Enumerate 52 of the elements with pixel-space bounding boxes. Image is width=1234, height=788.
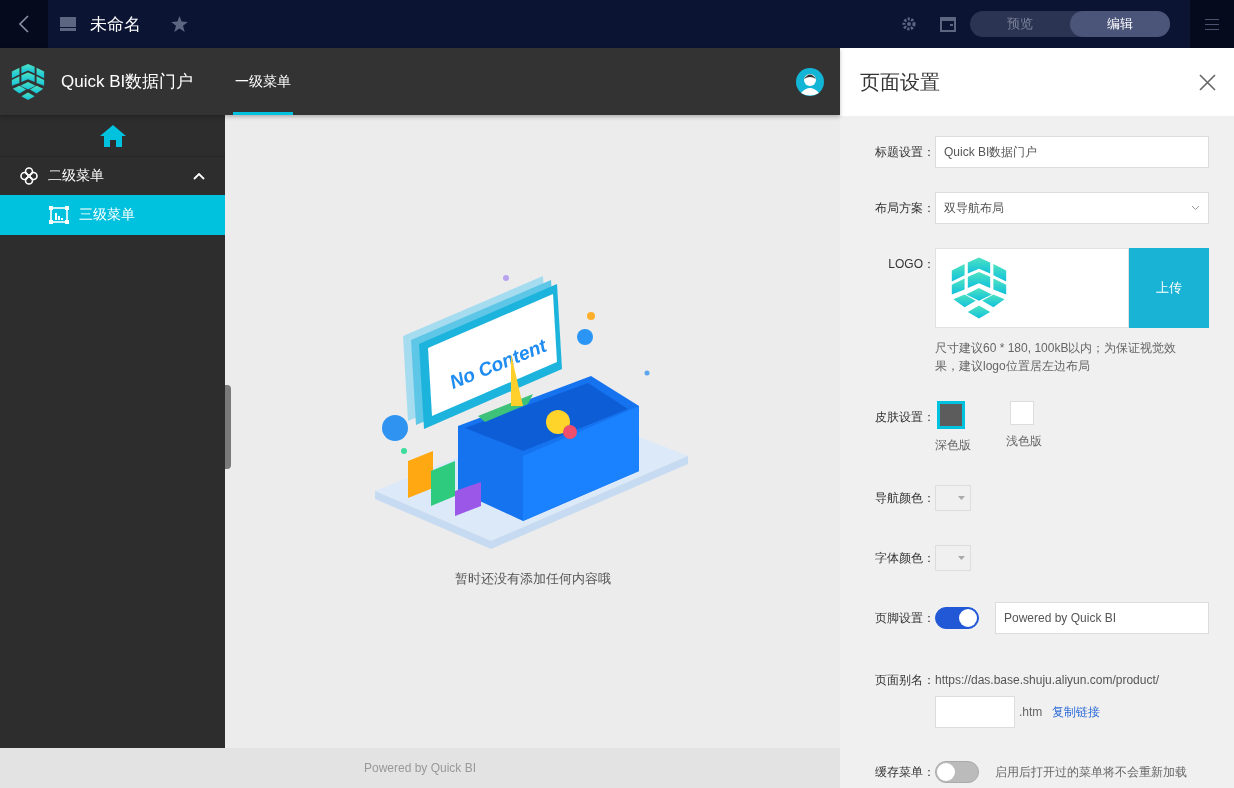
portal-title: Quick BI数据门户 <box>61 71 195 93</box>
field-label: 布局方案： <box>874 200 935 217</box>
toggle-switch[interactable] <box>935 607 979 629</box>
empty-message: 暂时还没有添加任何内容哦 <box>454 569 611 588</box>
avatar-icon[interactable] <box>796 67 824 96</box>
copy-link[interactable]: 复制链接 <box>1052 703 1101 721</box>
caret-icon <box>958 496 965 500</box>
field-label: 皮肤设置： <box>874 409 935 426</box>
skin-label: 浅色版 <box>1006 433 1042 450</box>
toggle-switch[interactable] <box>935 761 979 783</box>
title-input-field[interactable]: Quick BI数据门户 <box>935 136 1209 168</box>
monitor-icon <box>60 17 76 31</box>
field-label: 导航颜色： <box>874 490 935 507</box>
field-label: 标题设置： <box>874 144 935 161</box>
skin-swatch[interactable] <box>937 401 965 429</box>
layout-dropdown[interactable]: 双导航布局 <box>935 192 1209 224</box>
chart-frame-icon <box>49 206 69 224</box>
close-button[interactable] <box>1199 73 1216 91</box>
footer-text: Powered by Quick BI <box>363 761 477 775</box>
menu-label: 二级菜单 <box>48 167 104 185</box>
chevron-left-icon <box>19 15 29 33</box>
home-icon[interactable] <box>99 124 126 147</box>
skin-swatch[interactable] <box>1010 401 1034 425</box>
field-label: 字体颜色： <box>874 550 935 567</box>
settings-icon[interactable] <box>902 17 916 31</box>
close-icon <box>1199 73 1216 91</box>
box-icon[interactable] <box>940 16 956 32</box>
chevron-down-icon <box>1191 205 1200 211</box>
skin-label: 深色版 <box>935 437 971 454</box>
footer-input-field[interactable]: Powered by Quick BI <box>995 602 1209 634</box>
menu-item[interactable]: 二级菜单 <box>0 157 225 195</box>
star-icon[interactable] <box>171 16 188 32</box>
field-label: 缓存菜单： <box>874 764 935 781</box>
url-prefix: https://das.base.shuju.aliyun.com/product/ <box>935 672 1161 689</box>
caret-icon <box>958 556 965 560</box>
field-label: 页脚设置： <box>874 610 935 627</box>
panel-title: 页面设置 <box>860 69 940 95</box>
logo-cube-icon <box>9 62 47 101</box>
clover-icon <box>20 167 38 185</box>
cache-note: 启用后打开过的菜单将不会重新加载 <box>995 763 1187 781</box>
suffix-text: .htm <box>1019 705 1043 719</box>
collapse-handle[interactable] <box>225 385 231 469</box>
field-label: 页面别名： <box>874 672 935 689</box>
submenu-label: 三级菜单 <box>79 206 135 224</box>
dashboard-title: 未命名 <box>90 13 141 36</box>
menu-icon <box>1205 18 1219 30</box>
mode-tab[interactable]: 编辑 <box>1070 11 1170 37</box>
field-label: LOGO： <box>887 256 935 273</box>
alias-input-field[interactable] <box>935 696 1015 728</box>
color-picker[interactable] <box>935 545 971 571</box>
logo-hint: 尺寸建议60 * 180, 100kB以内；为保证视觉效果，建议logo位置居左边布局 <box>935 340 1178 375</box>
color-picker[interactable] <box>935 485 971 511</box>
